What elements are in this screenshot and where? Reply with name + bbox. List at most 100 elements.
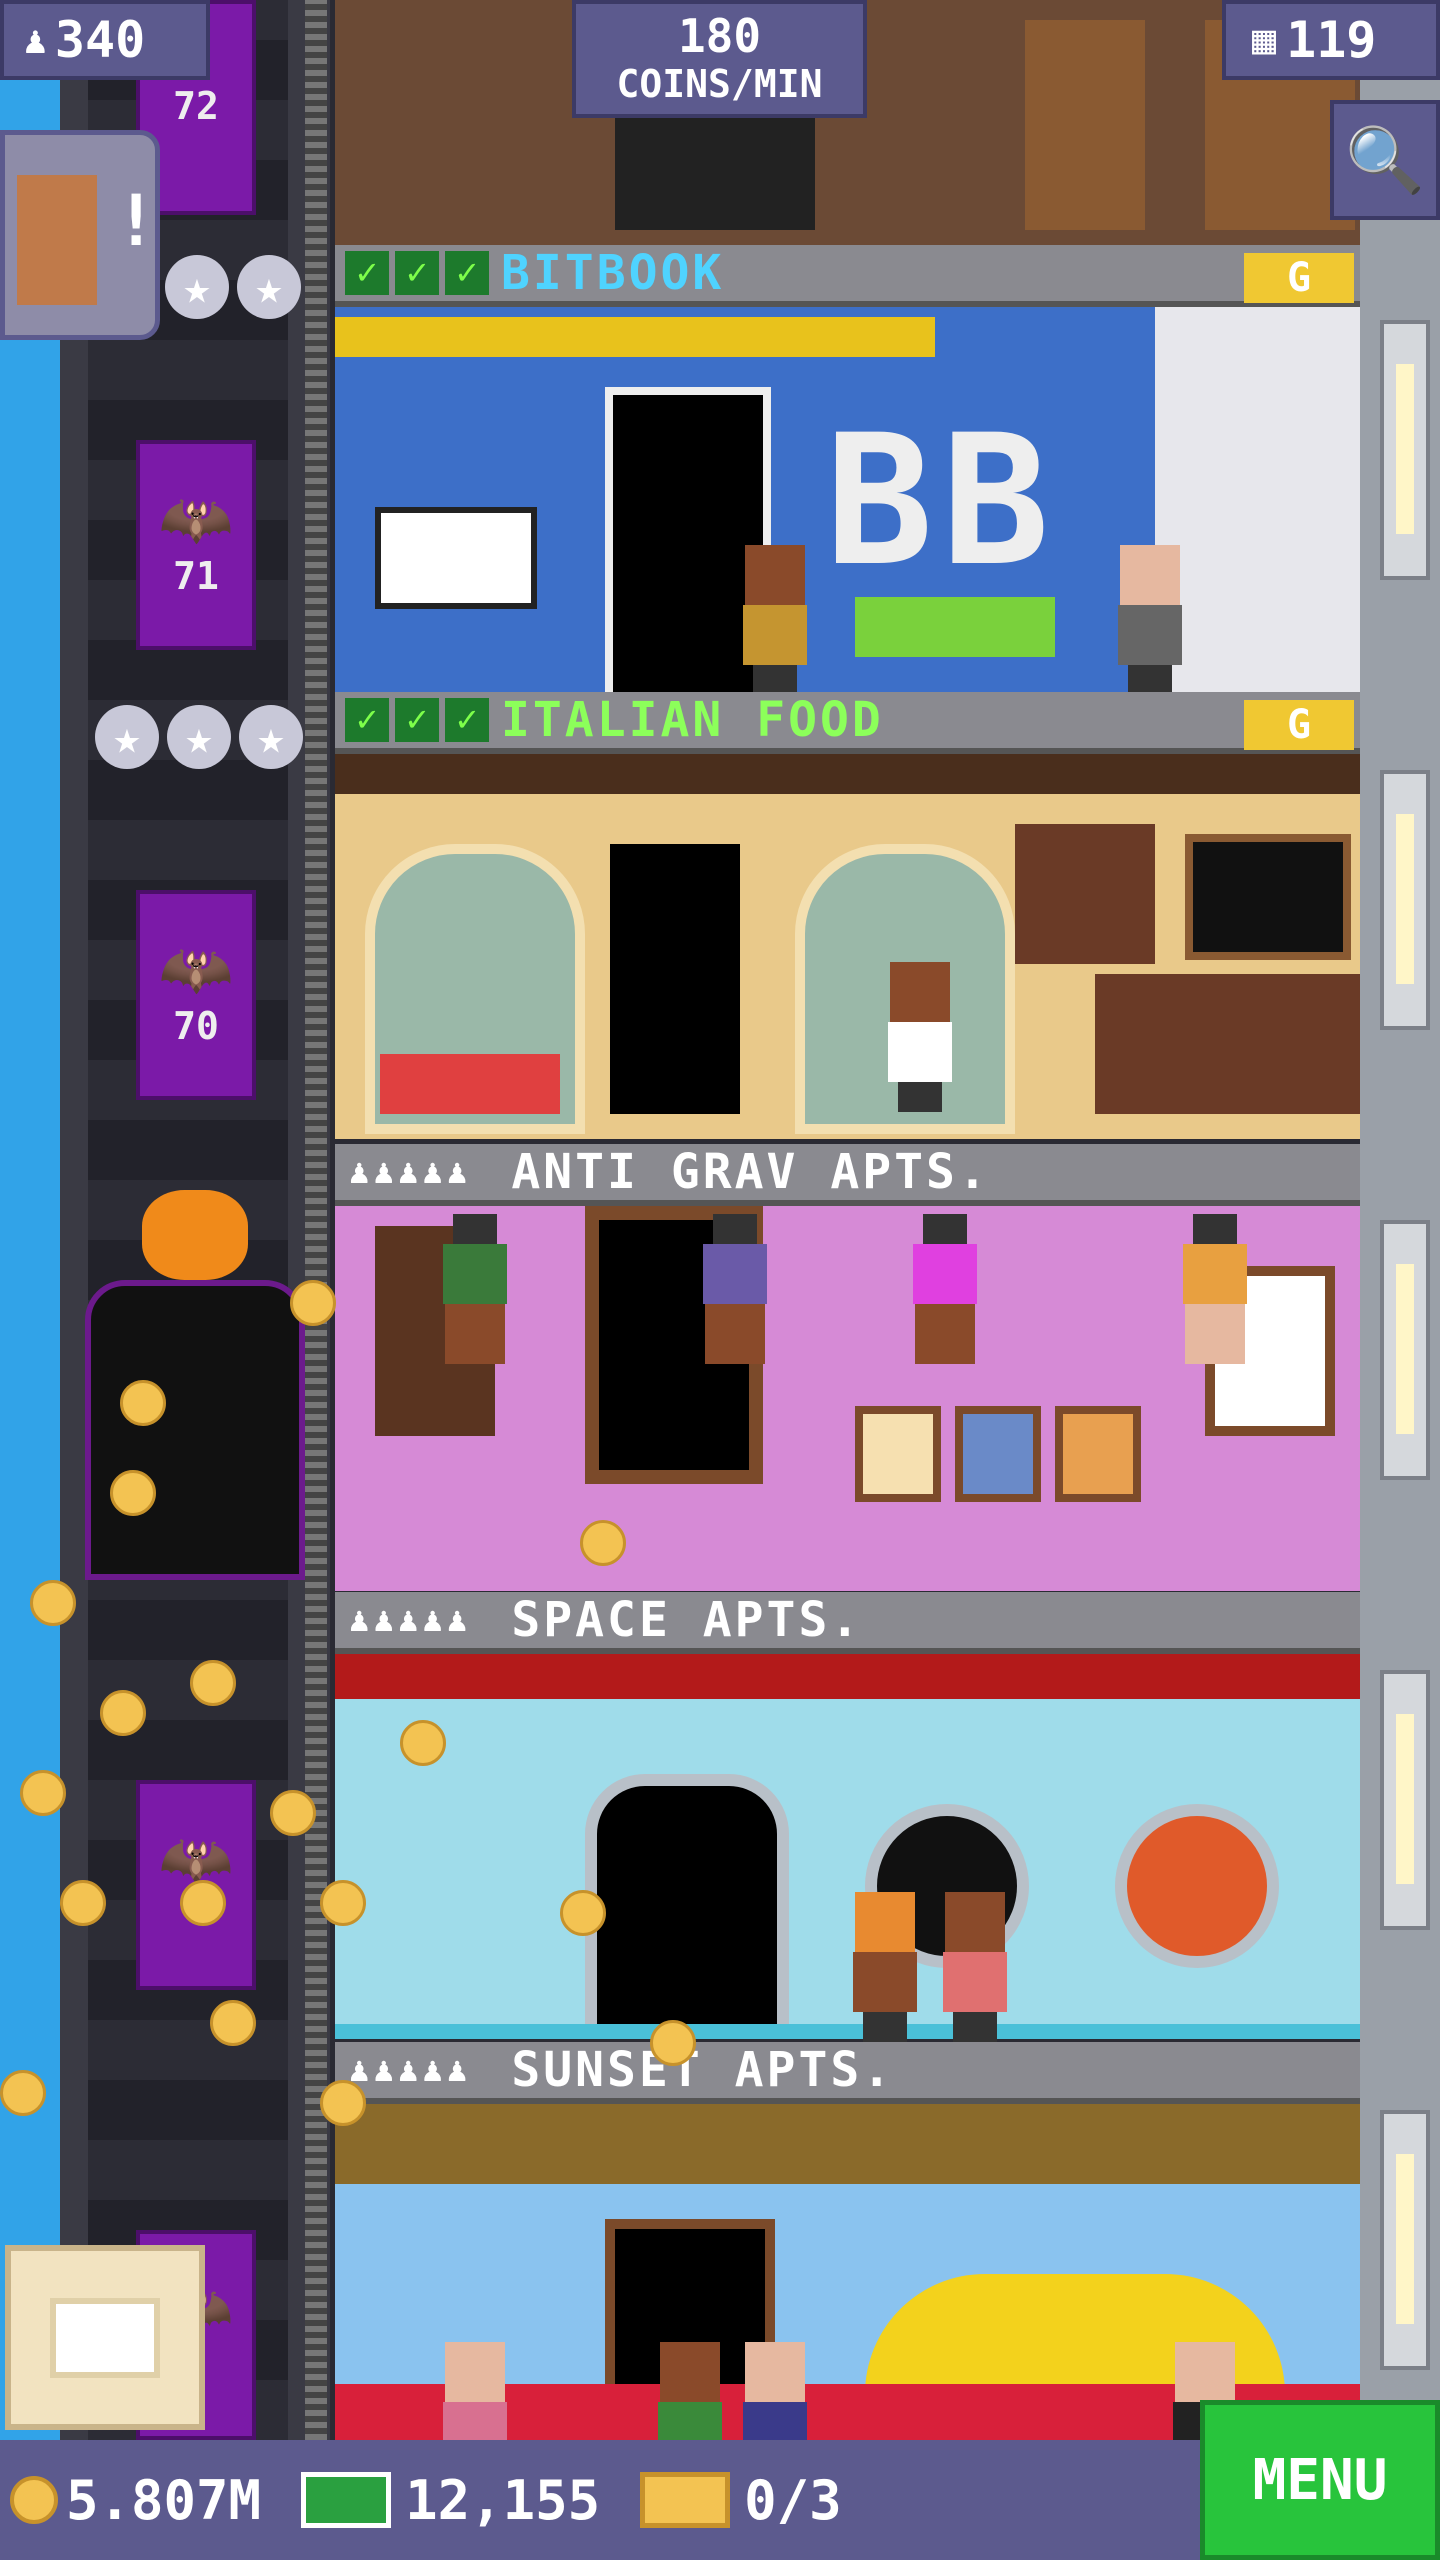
floor-counter[interactable]: ▦ 119 (1222, 0, 1440, 80)
floor-title: BITBOOK (501, 245, 725, 301)
resident-icons: ♟♟♟♟♟ (349, 1600, 472, 1640)
elevator-door[interactable]: 🦇 71 (136, 440, 256, 650)
bitizen[interactable] (935, 1892, 1015, 2042)
floor-title: SPACE APTS. (511, 1592, 863, 1648)
golden-ticket-value: 0/3 (744, 2468, 842, 2532)
floor-room[interactable] (335, 754, 1360, 1139)
stairwell-window (1380, 2110, 1430, 2370)
resident-icons: ♟♟♟♟♟ (349, 2050, 472, 2090)
stairwell-window (1380, 770, 1430, 1030)
bitizen[interactable] (1175, 1214, 1255, 1364)
build-floor-button[interactable] (5, 2245, 205, 2430)
bat-icon: 🦇 (158, 935, 234, 1005)
coin-icon (320, 1880, 366, 1926)
coin-icon (650, 2020, 696, 2066)
coins-display[interactable]: 5.807M (10, 2469, 261, 2532)
floor-count-value: 119 (1286, 11, 1377, 69)
bitizen[interactable] (695, 1214, 775, 1364)
floor-banner: ♟♟♟♟♟ SUNSET APTS. (335, 2042, 1360, 2104)
coin-icon (60, 1880, 106, 1926)
golden-ticket-display[interactable]: 0/3 (640, 2469, 842, 2532)
coins-per-min-value: 180 (677, 9, 762, 63)
golden-ticket-icon (640, 2472, 731, 2528)
check-icon: ✓ (445, 251, 489, 295)
check-icon: ✓ (345, 251, 389, 295)
star-icon: ★ (237, 255, 301, 319)
star-icon: ★ (165, 255, 229, 319)
elevator-floor-number: 70 (173, 1004, 219, 1048)
chef-bitizen[interactable] (880, 962, 960, 1112)
coins-per-min-unit: COINS/MIN (616, 62, 823, 106)
bitbook-sign: BB (825, 397, 1058, 606)
floor-banner: ♟♟♟♟♟ SPACE APTS. (335, 1592, 1360, 1654)
coins-per-minute: 180 COINS/MIN (572, 0, 867, 118)
check-icon: ✓ (395, 698, 439, 742)
gold-badge[interactable]: G (1244, 700, 1354, 750)
star-icon: ★ (95, 705, 159, 769)
star-icon: ★ (239, 705, 303, 769)
bitizen[interactable] (845, 1892, 925, 2042)
star-icon: ★ (167, 705, 231, 769)
gold-badge[interactable]: G (1244, 253, 1354, 303)
coin-icon (560, 1890, 606, 1936)
floor-title: ITALIAN FOOD (501, 692, 884, 748)
building-icon: ▦ (1252, 17, 1277, 63)
floor-banner: ✓ ✓ ✓ ITALIAN FOOD G (335, 692, 1360, 754)
magnifier-icon: 🔍 (1345, 123, 1425, 198)
coin-icon (110, 1470, 156, 1516)
bux-value: 12,155 (405, 2468, 601, 2532)
stairwell-window (1380, 320, 1430, 580)
check-icon: ✓ (395, 251, 439, 295)
bux-icon (301, 2472, 392, 2528)
alert-badge: ! (115, 180, 158, 262)
bitizen-avatar (17, 175, 97, 305)
person-icon: ♟ (24, 18, 47, 62)
elevator-rail (305, 0, 327, 2440)
elevator-floor-number: 71 (173, 554, 219, 598)
floor-title: ANTI GRAV APTS. (511, 1144, 990, 1200)
coin-icon (580, 1520, 626, 1566)
coin-icon (10, 2476, 58, 2524)
elevator-car[interactable] (85, 1280, 305, 1580)
stairwell-window (1380, 1220, 1430, 1480)
bitizen[interactable] (1110, 545, 1190, 695)
coin-icon (0, 2070, 46, 2116)
search-button[interactable]: 🔍 (1330, 100, 1440, 220)
check-icon: ✓ (345, 698, 389, 742)
floor-room[interactable]: BB (335, 307, 1360, 692)
menu-button[interactable]: MENU (1200, 2400, 1440, 2560)
rating-checks: ✓ ✓ ✓ (345, 698, 489, 742)
bitizen[interactable] (735, 545, 815, 695)
coin-icon (30, 1580, 76, 1626)
bitizen-alert-button[interactable]: ! (0, 130, 160, 340)
floor-banner: ♟♟♟♟♟ ANTI GRAV APTS. (335, 1144, 1360, 1206)
floor-star-rating: ★ ★ ★ (95, 705, 303, 769)
floor-star-rating: ★ ★ (165, 255, 301, 319)
coin-icon (120, 1380, 166, 1426)
population-counter[interactable]: ♟ 340 (0, 0, 210, 80)
box-icon (50, 2297, 160, 2378)
floor-banner: ✓ ✓ ✓ BITBOOK G (335, 245, 1360, 307)
coins-value: 5.807M (66, 2468, 262, 2532)
coin-icon (290, 1280, 336, 1326)
coin-icon (320, 2080, 366, 2126)
rating-checks: ✓ ✓ ✓ (345, 251, 489, 295)
coin-icon (210, 2000, 256, 2046)
bitizen[interactable] (435, 1214, 515, 1364)
coin-icon (270, 1790, 316, 1836)
check-icon: ✓ (445, 698, 489, 742)
coin-icon (190, 1660, 236, 1706)
bat-icon: 🦇 (158, 485, 234, 555)
elevator-floor-number: 72 (173, 84, 219, 128)
coin-icon (400, 1720, 446, 1766)
resident-icons: ♟♟♟♟♟ (349, 1152, 472, 1192)
bux-display[interactable]: 12,155 (301, 2469, 600, 2532)
stairwell-window (1380, 1670, 1430, 1930)
floor-title: SUNSET APTS. (511, 2042, 895, 2098)
coin-icon (180, 1880, 226, 1926)
population-value: 340 (54, 11, 146, 69)
elevator-door[interactable]: 🦇 70 (136, 890, 256, 1100)
pumpkin-icon (142, 1190, 248, 1280)
coin-icon (100, 1690, 146, 1736)
bitizen[interactable] (905, 1214, 985, 1364)
